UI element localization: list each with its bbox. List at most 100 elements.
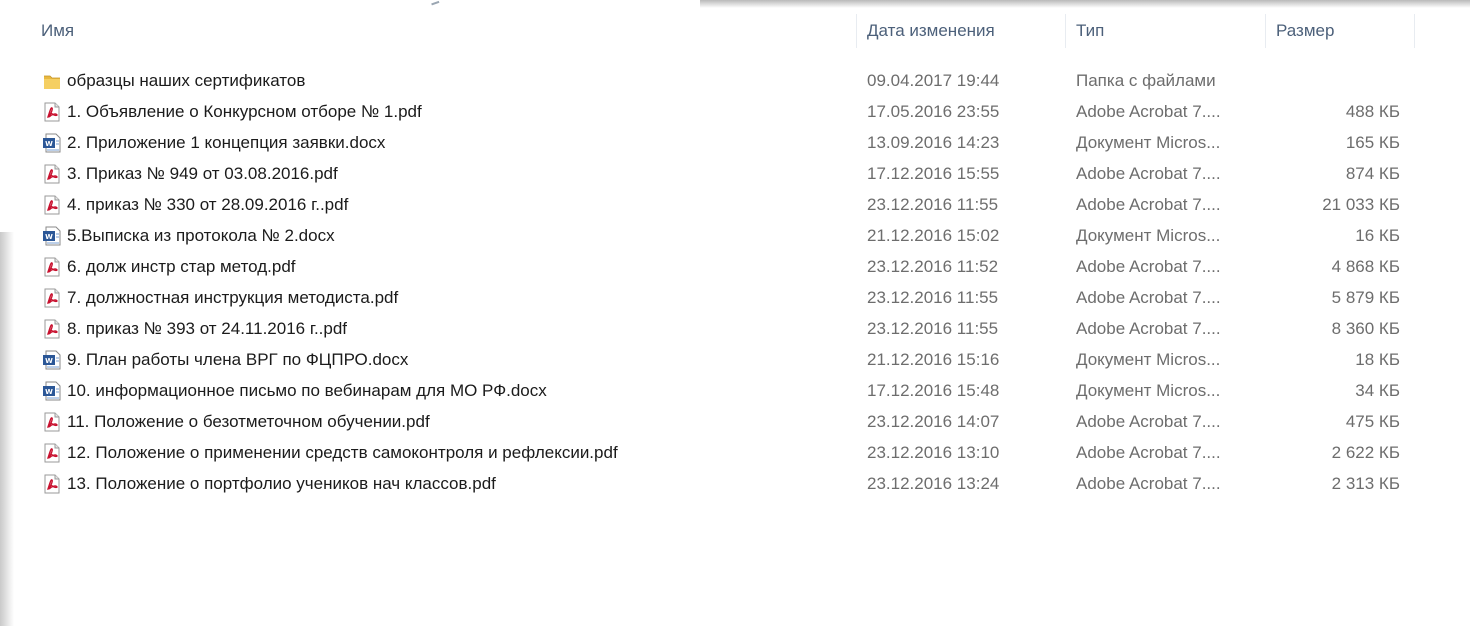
file-name: 5.Выписка из протокола № 2.docx — [67, 226, 335, 245]
pdf-icon — [41, 194, 63, 216]
column-header-bar: Имя Дата изменения Тип Размер — [14, 8, 1470, 56]
file-row[interactable]: W 10. информационное письмо по вебинарам … — [14, 375, 1470, 406]
pdf-icon — [41, 256, 63, 278]
file-type: Adobe Acrobat 7.... — [1076, 257, 1221, 276]
file-name-cell[interactable]: 6. долж инстр стар метод.pdf — [41, 251, 296, 282]
file-row[interactable]: 1. Объявление о Конкурсном отборе № 1.pd… — [14, 96, 1470, 127]
file-name: 2. Приложение 1 концепция заявки.docx — [67, 133, 386, 152]
file-name-cell[interactable]: W 2. Приложение 1 концепция заявки.docx — [41, 127, 385, 158]
column-divider[interactable] — [1414, 14, 1415, 48]
word-icon: W — [41, 380, 63, 402]
word-icon: W — [41, 349, 63, 371]
file-date: 21.12.2016 15:16 — [867, 350, 1000, 369]
file-size: 488 КБ — [1345, 102, 1400, 121]
file-row[interactable]: 8. приказ № 393 от 24.11.2016 г..pdf 23.1… — [14, 313, 1470, 344]
file-size: 18 КБ — [1355, 350, 1400, 369]
file-name-cell[interactable]: W 10. информационное письмо по вебинарам … — [41, 375, 547, 406]
file-date: 09.04.2017 19:44 — [867, 71, 1000, 90]
file-name-cell[interactable]: 11. Положение о безотметочном обучении.p… — [41, 406, 430, 437]
file-date: 23.12.2016 11:55 — [867, 195, 999, 214]
file-name: 6. долж инстр стар метод.pdf — [67, 257, 296, 276]
pdf-icon — [41, 411, 63, 433]
pdf-icon — [41, 442, 63, 464]
file-size: 2 313 КБ — [1331, 474, 1400, 493]
column-header-type[interactable]: Тип — [1076, 8, 1104, 56]
file-row[interactable]: 11. Положение о безотметочном обучении.p… — [14, 406, 1470, 437]
file-row[interactable]: 7. должностная инструкция методиста.pdf 2… — [14, 282, 1470, 313]
column-divider[interactable] — [1065, 14, 1066, 48]
file-date: 17.05.2016 23:55 — [867, 102, 1000, 121]
file-name: образцы наших сертификатов — [67, 71, 306, 90]
file-name: 1. Объявление о Конкурсном отборе № 1.pd… — [67, 102, 422, 121]
file-row[interactable]: W 5.Выписка из протокола № 2.docx 21.12.20… — [14, 220, 1470, 251]
file-name: 13. Положение о портфолио учеников нач к… — [67, 474, 496, 493]
word-icon: W — [41, 132, 63, 154]
file-list-view: Имя Дата изменения Тип Размер образцы на… — [14, 8, 1470, 626]
file-name: 12. Положение о применении средств самок… — [67, 443, 618, 462]
file-name: 10. информационное письмо по вебинарам д… — [67, 381, 547, 400]
file-type: Документ Micros... — [1076, 133, 1221, 152]
file-date: 23.12.2016 13:10 — [867, 443, 1000, 462]
svg-text:W: W — [45, 357, 53, 365]
file-name-cell[interactable]: 13. Положение о портфолио учеников нач к… — [41, 468, 496, 499]
file-row[interactable]: 12. Положение о применении средств самок… — [14, 437, 1470, 468]
file-type: Документ Micros... — [1076, 226, 1221, 245]
pdf-icon — [41, 473, 63, 495]
file-type: Adobe Acrobat 7.... — [1076, 164, 1221, 183]
file-type: Документ Micros... — [1076, 350, 1221, 369]
file-name-cell[interactable]: 12. Положение о применении средств самок… — [41, 437, 618, 468]
column-divider[interactable] — [856, 14, 857, 48]
file-row[interactable]: 13. Положение о портфолио учеников нач к… — [14, 468, 1470, 499]
background-window-edge — [0, 232, 14, 626]
file-date: 23.12.2016 11:52 — [867, 257, 999, 276]
file-date: 21.12.2016 15:02 — [867, 226, 1000, 245]
file-name: 4. приказ № 330 от 28.09.2016 г..pdf — [67, 195, 349, 214]
file-name-cell[interactable]: W 5.Выписка из протокола № 2.docx — [41, 220, 335, 251]
file-size: 2 622 КБ — [1331, 443, 1400, 462]
file-size: 165 КБ — [1345, 133, 1400, 152]
file-date: 23.12.2016 11:55 — [867, 319, 999, 338]
folder-icon — [41, 70, 63, 92]
file-row[interactable]: 4. приказ № 330 от 28.09.2016 г..pdf 23.1… — [14, 189, 1470, 220]
pdf-icon — [41, 318, 63, 340]
file-name-cell[interactable]: 4. приказ № 330 от 28.09.2016 г..pdf — [41, 189, 348, 220]
column-header-date[interactable]: Дата изменения — [867, 8, 995, 56]
file-name: 3. Приказ № 949 от 03.08.2016.pdf — [67, 164, 338, 183]
file-type: Adobe Acrobat 7.... — [1076, 412, 1221, 431]
pdf-icon — [41, 287, 63, 309]
file-size: 4 868 КБ — [1331, 257, 1400, 276]
file-name-cell[interactable]: 3. Приказ № 949 от 03.08.2016.pdf — [41, 158, 338, 189]
file-type: Adobe Acrobat 7.... — [1076, 102, 1221, 121]
file-name-cell[interactable]: W 9. План работы члена ВРГ по ФЦПРО.docx — [41, 344, 408, 375]
file-row[interactable]: W 2. Приложение 1 концепция заявки.docx 13… — [14, 127, 1470, 158]
file-name: 11. Положение о безотметочном обучении.p… — [67, 412, 430, 431]
file-type: Adobe Acrobat 7.... — [1076, 474, 1221, 493]
file-type: Adobe Acrobat 7.... — [1076, 288, 1221, 307]
file-size: 475 КБ — [1345, 412, 1400, 431]
svg-text:W: W — [45, 233, 53, 241]
file-row[interactable]: 6. долж инстр стар метод.pdf 23.12.2016 1… — [14, 251, 1470, 282]
background-window-edge — [700, 0, 1470, 8]
file-row[interactable]: W 9. План работы члена ВРГ по ФЦПРО.docx 2… — [14, 344, 1470, 375]
file-name-cell[interactable]: 8. приказ № 393 от 24.11.2016 г..pdf — [41, 313, 347, 344]
file-date: 17.12.2016 15:55 — [867, 164, 1000, 183]
file-date: 23.12.2016 11:55 — [867, 288, 999, 307]
file-name-cell[interactable]: 1. Объявление о Конкурсном отборе № 1.pd… — [41, 96, 422, 127]
file-row[interactable]: образцы наших сертификатов 09.04.2017 19:… — [14, 65, 1470, 96]
file-name-cell[interactable]: образцы наших сертификатов — [41, 65, 305, 96]
file-row[interactable]: 3. Приказ № 949 от 03.08.2016.pdf 17.12.2… — [14, 158, 1470, 189]
column-header-size[interactable]: Размер — [1276, 8, 1334, 56]
file-date: 17.12.2016 15:48 — [867, 381, 1000, 400]
file-size: 21 033 КБ — [1322, 195, 1400, 214]
file-type: Adobe Acrobat 7.... — [1076, 443, 1221, 462]
pdf-icon — [41, 163, 63, 185]
file-name-cell[interactable]: 7. должностная инструкция методиста.pdf — [41, 282, 398, 313]
file-size: 874 КБ — [1345, 164, 1400, 183]
word-icon: W — [41, 225, 63, 247]
column-header-name[interactable]: Имя — [41, 8, 74, 56]
file-type: Документ Micros... — [1076, 381, 1221, 400]
file-size: 8 360 КБ — [1331, 319, 1400, 338]
column-divider[interactable] — [1265, 14, 1266, 48]
svg-text:W: W — [45, 140, 53, 148]
file-type: Папка с файлами — [1076, 71, 1216, 90]
